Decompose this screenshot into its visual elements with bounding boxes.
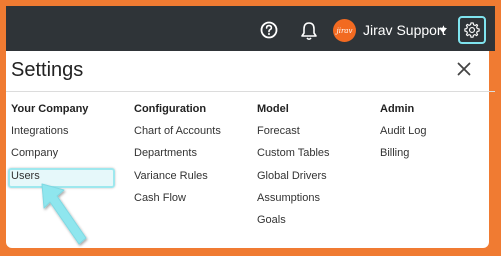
column-admin: Admin Audit Log Billing bbox=[380, 103, 426, 170]
menu-item-custom-tables[interactable]: Custom Tables bbox=[257, 147, 330, 169]
avatar[interactable]: jirav bbox=[333, 19, 356, 42]
column-heading: Admin bbox=[380, 103, 415, 115]
column-model: Model Forecast Custom Tables Global Driv… bbox=[257, 103, 330, 236]
column-heading: Configuration bbox=[134, 103, 207, 115]
column-heading: Model bbox=[257, 103, 289, 115]
menu-item-cash-flow[interactable]: Cash Flow bbox=[134, 192, 221, 214]
gear-icon bbox=[464, 22, 480, 38]
column-configuration: Configuration Chart of Accounts Departme… bbox=[134, 103, 221, 214]
settings-gear-button[interactable] bbox=[458, 16, 486, 44]
menu-item-audit-log[interactable]: Audit Log bbox=[380, 125, 426, 147]
column-heading: Your Company bbox=[11, 103, 89, 115]
help-circle-icon[interactable] bbox=[259, 20, 279, 40]
bell-icon[interactable] bbox=[299, 20, 319, 42]
menu-item-variance-rules[interactable]: Variance Rules bbox=[134, 170, 221, 192]
column-your-company: Your Company Integrations Company Users bbox=[11, 103, 88, 192]
menu-item-forecast[interactable]: Forecast bbox=[257, 125, 330, 147]
menu-item-global-drivers[interactable]: Global Drivers bbox=[257, 170, 330, 192]
page-title: Settings bbox=[11, 59, 84, 81]
menu-item-chart-of-accounts[interactable]: Chart of Accounts bbox=[134, 125, 221, 147]
menu-item-assumptions[interactable]: Assumptions bbox=[257, 192, 330, 214]
menu-item-goals[interactable]: Goals bbox=[257, 214, 330, 236]
pointer-arrow-icon bbox=[41, 183, 87, 245]
user-menu-name[interactable]: Jirav Support bbox=[363, 22, 445, 38]
close-icon[interactable] bbox=[457, 62, 471, 76]
menu-item-company[interactable]: Company bbox=[11, 147, 88, 169]
menu-item-billing[interactable]: Billing bbox=[380, 147, 426, 169]
divider bbox=[6, 91, 495, 92]
menu-item-departments[interactable]: Departments bbox=[134, 147, 221, 169]
chevron-down-icon[interactable] bbox=[439, 28, 447, 34]
menu-item-integrations[interactable]: Integrations bbox=[11, 125, 88, 147]
